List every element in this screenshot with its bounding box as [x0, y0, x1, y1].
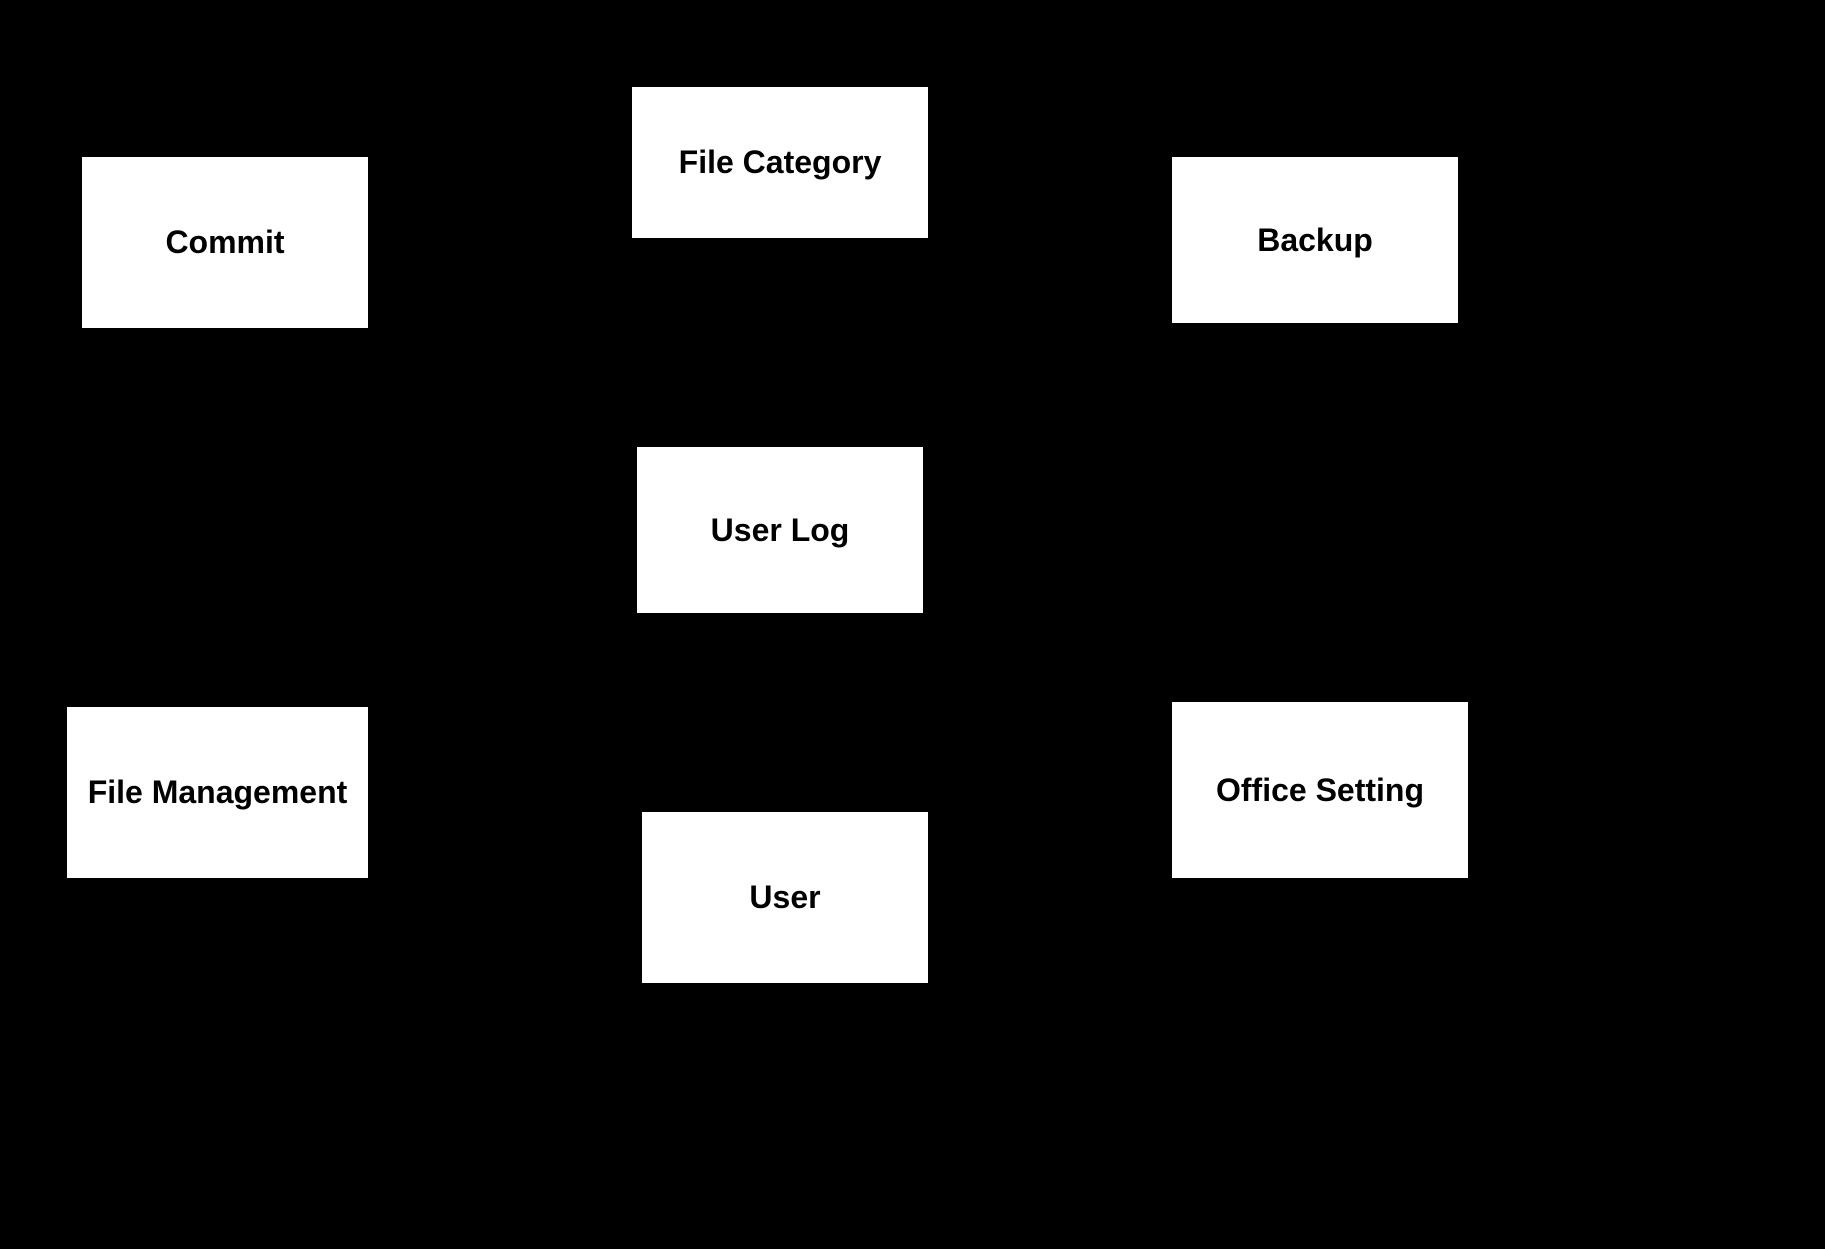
diagram-box-user: User: [640, 810, 930, 985]
diagram-box-backup: Backup: [1170, 155, 1460, 325]
diagram-box-user-log: User Log: [635, 445, 925, 615]
diagram-box-office-setting: Office Setting: [1170, 700, 1470, 880]
diagram-box-commit: Commit: [80, 155, 370, 330]
diagram-box-label: File Management: [88, 774, 348, 811]
diagram-box-file-management: File Management: [65, 705, 370, 880]
diagram-box-label: Backup: [1257, 222, 1373, 259]
diagram-box-label: Office Setting: [1216, 772, 1424, 809]
diagram-box-label: User: [749, 879, 820, 916]
diagram-box-label: Commit: [165, 224, 284, 261]
diagram-box-label: User Log: [711, 512, 850, 549]
diagram-box-file-category: File Category: [630, 85, 930, 240]
diagram-box-label: File Category: [679, 144, 882, 181]
